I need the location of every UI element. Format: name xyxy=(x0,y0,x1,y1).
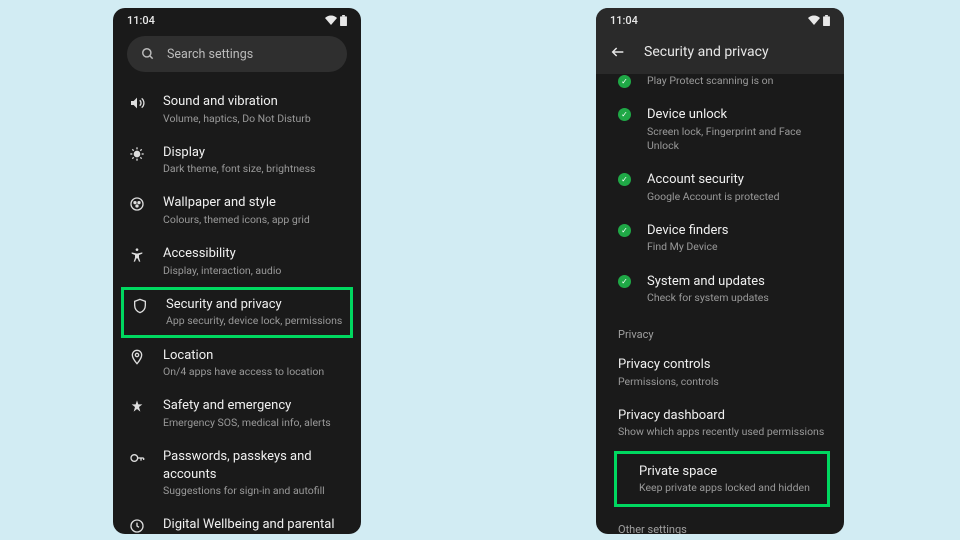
section-other: Other settings xyxy=(596,509,844,534)
setting-subtitle: App security, device lock, permissions xyxy=(166,314,344,328)
setting-title: Account security xyxy=(647,171,830,189)
setting-wallpaper[interactable]: Wallpaper and styleColours, themed icons… xyxy=(113,185,361,236)
section-privacy: Privacy xyxy=(596,314,844,347)
setting-title: Digital Wellbeing and parental controls xyxy=(163,516,347,534)
check-icon: ✓ xyxy=(618,224,631,237)
item-private-space[interactable]: Private spaceKeep private apps locked an… xyxy=(614,451,830,508)
setting-passwords[interactable]: Passwords, passkeys and accountsSuggesti… xyxy=(113,439,361,507)
setting-title: Safety and emergency xyxy=(163,397,347,415)
setting-title: Privacy controls xyxy=(618,356,830,374)
phone-security-privacy: 11:04 Security and privacy ✓ Play Protect… xyxy=(596,8,844,534)
battery-icon xyxy=(340,15,347,26)
setting-title: Privacy dashboard xyxy=(618,407,830,425)
item-privacy-dashboard[interactable]: Privacy dashboardShow which apps recentl… xyxy=(596,398,844,449)
setting-subtitle: Find My Device xyxy=(647,240,830,254)
setting-title: Sound and vibration xyxy=(163,93,347,111)
setting-title: System and updates xyxy=(647,273,830,291)
setting-subtitle: Colours, themed icons, app grid xyxy=(163,213,347,227)
status-bar: 11:04 xyxy=(596,8,844,32)
setting-title: Security and privacy xyxy=(166,296,344,314)
check-device-finders[interactable]: ✓ Device findersFind My Device xyxy=(596,213,844,264)
check-icon: ✓ xyxy=(618,275,631,288)
status-bar: 11:04 xyxy=(113,8,361,32)
location-icon xyxy=(127,347,147,365)
check-icon: ✓ xyxy=(618,173,631,186)
setting-security[interactable]: Security and privacyApp security, device… xyxy=(121,287,353,338)
setting-subtitle: Display, interaction, audio xyxy=(163,264,347,278)
status-time: 11:04 xyxy=(610,14,638,27)
setting-subtitle: Check for system updates xyxy=(647,291,830,305)
settings-list: Sound and vibrationVolume, haptics, Do N… xyxy=(113,80,361,534)
setting-title: Wallpaper and style xyxy=(163,194,347,212)
setting-subtitle: Play Protect scanning is on xyxy=(647,74,830,88)
check-app-security[interactable]: ✓ Play Protect scanning is on xyxy=(596,64,844,97)
setting-title: Accessibility xyxy=(163,245,347,263)
setting-title: Display xyxy=(163,144,347,162)
setting-sound[interactable]: Sound and vibrationVolume, haptics, Do N… xyxy=(113,84,361,135)
setting-subtitle: Keep private apps locked and hidden xyxy=(639,481,813,495)
setting-subtitle: Emergency SOS, medical info, alerts xyxy=(163,416,347,430)
phone-settings-main: 11:04 Search settings Sound and vibratio… xyxy=(113,8,361,534)
check-account-security[interactable]: ✓ Account securityGoogle Account is prote… xyxy=(596,162,844,213)
setting-subtitle: Permissions, controls xyxy=(618,375,830,389)
page-title: Security and privacy xyxy=(644,44,769,60)
safety-icon xyxy=(127,397,147,415)
setting-safety[interactable]: Safety and emergencyEmergency SOS, medic… xyxy=(113,388,361,439)
security-icon xyxy=(130,296,150,314)
setting-subtitle: Dark theme, font size, brightness xyxy=(163,162,347,176)
setting-title: Device finders xyxy=(647,222,830,240)
setting-accessibility[interactable]: AccessibilityDisplay, interaction, audio xyxy=(113,236,361,287)
display-icon xyxy=(127,144,147,162)
setting-subtitle: Screen lock, Fingerprint and Face Unlock xyxy=(647,125,830,153)
battery-icon xyxy=(823,15,830,26)
back-button[interactable] xyxy=(610,44,626,60)
search-placeholder: Search settings xyxy=(167,47,253,62)
setting-title: Device unlock xyxy=(647,106,830,124)
setting-display[interactable]: DisplayDark theme, font size, brightness xyxy=(113,135,361,186)
wifi-icon xyxy=(325,15,337,25)
setting-location[interactable]: LocationOn/4 apps have access to locatio… xyxy=(113,338,361,389)
check-device-unlock[interactable]: ✓ Device unlockScreen lock, Fingerprint a… xyxy=(596,97,844,162)
status-icons xyxy=(325,15,347,26)
setting-subtitle: Volume, haptics, Do Not Disturb xyxy=(163,112,347,126)
setting-subtitle: Suggestions for sign-in and autofill xyxy=(163,484,347,498)
check-system-updates[interactable]: ✓ System and updatesCheck for system upda… xyxy=(596,264,844,315)
check-icon: ✓ xyxy=(618,108,631,121)
check-icon: ✓ xyxy=(618,75,631,88)
status-icons xyxy=(808,15,830,26)
wallpaper-icon xyxy=(127,194,147,212)
setting-subtitle: Google Account is protected xyxy=(647,190,830,204)
search-bar[interactable]: Search settings xyxy=(127,36,347,72)
passwords-icon xyxy=(127,448,147,466)
security-list: ✓ Play Protect scanning is on ✓ Device unlo… xyxy=(596,64,844,534)
wifi-icon xyxy=(808,15,820,25)
sound-icon xyxy=(127,93,147,111)
wellbeing-icon xyxy=(127,516,147,534)
setting-title: Private space xyxy=(639,463,813,481)
status-time: 11:04 xyxy=(127,14,155,27)
setting-subtitle: On/4 apps have access to location xyxy=(163,365,347,379)
setting-title: Passwords, passkeys and accounts xyxy=(163,448,347,483)
setting-wellbeing[interactable]: Digital Wellbeing and parental controls xyxy=(113,507,361,534)
setting-title: Location xyxy=(163,347,347,365)
search-icon xyxy=(141,47,155,61)
item-privacy-controls[interactable]: Privacy controlsPermissions, controls xyxy=(596,347,844,398)
setting-subtitle: Show which apps recently used permission… xyxy=(618,425,830,439)
accessibility-icon xyxy=(127,245,147,263)
